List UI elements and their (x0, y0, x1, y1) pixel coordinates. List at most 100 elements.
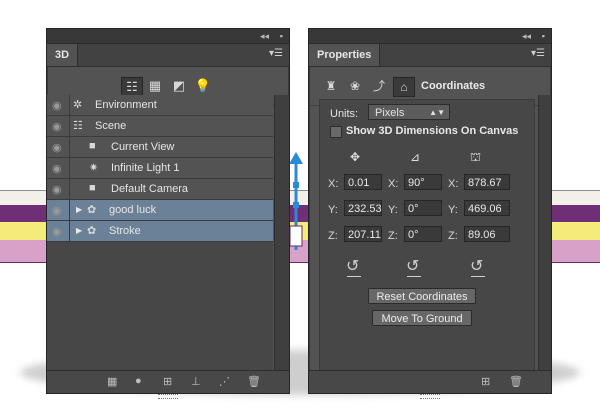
panel-topbar: ◂◂ ▪ (47, 29, 289, 44)
layer-row[interactable]: ◉ ■ Default Camera (47, 179, 273, 200)
mesh-icon[interactable]: ▦ (145, 77, 165, 95)
show-dimensions-label: Show 3D Dimensions On Canvas (346, 125, 519, 137)
reset-rotation-icon[interactable]: ↺ (406, 256, 419, 276)
3d-mesh-icon: ✿ (87, 204, 97, 216)
tab-3d[interactable]: 3D (47, 44, 79, 66)
layer-row[interactable]: ◉ ▶ ✿ good luck (47, 200, 273, 221)
position-x-field[interactable]: 0.01 (344, 174, 382, 190)
layer-name: Current View (111, 141, 175, 153)
material-icon[interactable]: ◩ (169, 77, 189, 95)
layer-name: Scene (95, 120, 127, 132)
mesh-prop-icon[interactable]: ♜ (321, 77, 341, 95)
units-value: Pixels (375, 107, 405, 119)
properties-scrollbar[interactable] (538, 95, 551, 371)
position-z-field[interactable]: 207.11 (344, 226, 382, 242)
eye-icon: ◉ (52, 142, 62, 154)
reset-position-icon[interactable]: ↺ (346, 256, 359, 276)
reset-scale-icon[interactable]: ↺ (470, 256, 483, 276)
units-select[interactable]: Pixels ▲▼ (368, 104, 450, 120)
scale-y-label: Y: (448, 204, 458, 216)
scale-z-field[interactable]: 89.06 (464, 226, 510, 242)
tab-properties[interactable]: Properties (309, 44, 381, 66)
reset-rotation-underline (407, 276, 421, 277)
layer-name: Default Camera (111, 183, 189, 195)
panel-menu-icon[interactable]: ▾☰ (269, 48, 283, 59)
eye-icon: ◉ (52, 226, 62, 238)
position-y-field[interactable]: 232.53 (344, 200, 382, 216)
expand-triangle-icon[interactable]: ▶ (76, 226, 82, 235)
environment-icon: ✲ (73, 99, 83, 111)
show-dimensions-checkbox[interactable] (330, 126, 342, 138)
cap-icon[interactable]: ⤴ (369, 77, 389, 95)
collapse-icon[interactable]: ◂◂ (260, 30, 269, 42)
sun-light-icon: ✷ (89, 162, 99, 174)
layer-row[interactable]: ◉ ▶ ✿ Stroke (47, 221, 273, 242)
layer-name: good luck (109, 204, 157, 216)
rot-x-label: X: (388, 178, 399, 190)
layer-row[interactable]: ◉ ✷ Infinite Light 1 (47, 158, 273, 179)
light-icon[interactable]: ● (135, 375, 142, 387)
move-to-ground-icon[interactable]: ⊥ (191, 375, 201, 388)
camera-icon: ■ (89, 182, 96, 194)
eye-icon: ◉ (52, 205, 62, 217)
visibility-toggle[interactable]: ◉ (47, 95, 70, 115)
layer-list-scrollbar[interactable] (274, 95, 289, 371)
add-object-icon[interactable]: ⊞ (481, 375, 490, 388)
layer-row[interactable]: ◉ ■ Current View (47, 137, 273, 158)
eye-icon: ◉ (52, 184, 62, 196)
visibility-toggle[interactable]: ◉ (47, 158, 70, 178)
panel-bottom-bar: ⊞ 🗑 (309, 370, 551, 393)
expand-triangle-icon[interactable]: ▶ (76, 205, 82, 214)
add-constraint-icon[interactable]: ⋰ (219, 375, 230, 388)
coordinates-body: Units: Pixels ▲▼ Show 3D Dimensions On C… (319, 99, 535, 371)
scene-tree-icon[interactable]: ☷ (121, 77, 143, 97)
visibility-toggle[interactable]: ◉ (47, 179, 70, 199)
close-icon[interactable]: ▪ (542, 30, 545, 42)
properties-panel: ◂◂ ▪ Properties ▾☰ ♜ ❀ ⤴ ⌂ Coordinates U… (308, 28, 552, 399)
collapse-icon[interactable]: ◂◂ (522, 30, 531, 42)
reset-position-underline (347, 276, 361, 277)
trash-icon[interactable]: 🗑 (247, 375, 261, 388)
add-object-icon[interactable]: ⊞ (163, 375, 172, 388)
visibility-toggle[interactable]: ◉ (47, 137, 70, 157)
light-bulb-icon[interactable]: 💡 (193, 77, 213, 95)
rot-z-label: Z: (388, 230, 398, 242)
move-to-ground-button[interactable]: Move To Ground (372, 310, 472, 326)
layer-row[interactable]: ◉ ☷ Scene (47, 116, 273, 137)
scene-icon: ☷ (73, 120, 83, 132)
3d-panel: ◂◂ ▪ 3D ▾☰ ☷ ▦ ◩ 💡 ◉ ✲ Environment ◉ ☷ Scene ◉… (46, 28, 290, 399)
panel-bottom-bar: ▦ ● ⊞ ⊥ ⋰ 🗑 (47, 370, 289, 393)
trash-icon[interactable]: 🗑 (509, 375, 523, 388)
chevron-updown-icon: ▲▼ (429, 108, 445, 117)
panel-tabbar: 3D ▾☰ (47, 44, 289, 67)
rotation-x-field[interactable]: 90° (404, 174, 442, 190)
panel-tabbar: Properties ▾☰ (309, 44, 551, 67)
pos-x-label: X: (328, 178, 339, 190)
rotation-y-field[interactable]: 0° (404, 200, 442, 216)
deform-icon[interactable]: ❀ (345, 77, 365, 95)
rot-y-label: Y: (388, 204, 398, 216)
resize-grip[interactable] (158, 394, 178, 399)
reset-scale-underline (471, 276, 485, 277)
rotate-angle-icon: ⊿ (410, 150, 421, 164)
resize-grip[interactable] (420, 394, 440, 399)
section-title: Coordinates (421, 80, 486, 92)
reset-coordinates-button[interactable]: Reset Coordinates (368, 288, 476, 304)
rotation-z-field[interactable]: 0° (404, 226, 442, 242)
panel-menu-icon[interactable]: ▾☰ (531, 48, 545, 59)
visibility-toggle[interactable]: ◉ (47, 116, 70, 136)
close-icon[interactable]: ▪ (280, 30, 283, 42)
visibility-toggle[interactable]: ◉ (47, 200, 70, 220)
panel-topbar: ◂◂ ▪ (309, 29, 551, 44)
scale-icon: ⛫ (470, 150, 482, 164)
move-position-icon: ✥ (350, 150, 361, 164)
layer-name: Stroke (109, 225, 141, 237)
scale-x-label: X: (448, 178, 459, 190)
visibility-toggle[interactable]: ◉ (47, 221, 70, 241)
scale-x-field[interactable]: 878.67 (464, 174, 510, 190)
scale-y-field[interactable]: 469.06 (464, 200, 510, 216)
coordinates-icon[interactable]: ⌂ (393, 77, 415, 97)
layer-row[interactable]: ◉ ✲ Environment (47, 95, 273, 116)
render-icon[interactable]: ▦ (107, 375, 117, 388)
eye-icon: ◉ (52, 163, 62, 175)
